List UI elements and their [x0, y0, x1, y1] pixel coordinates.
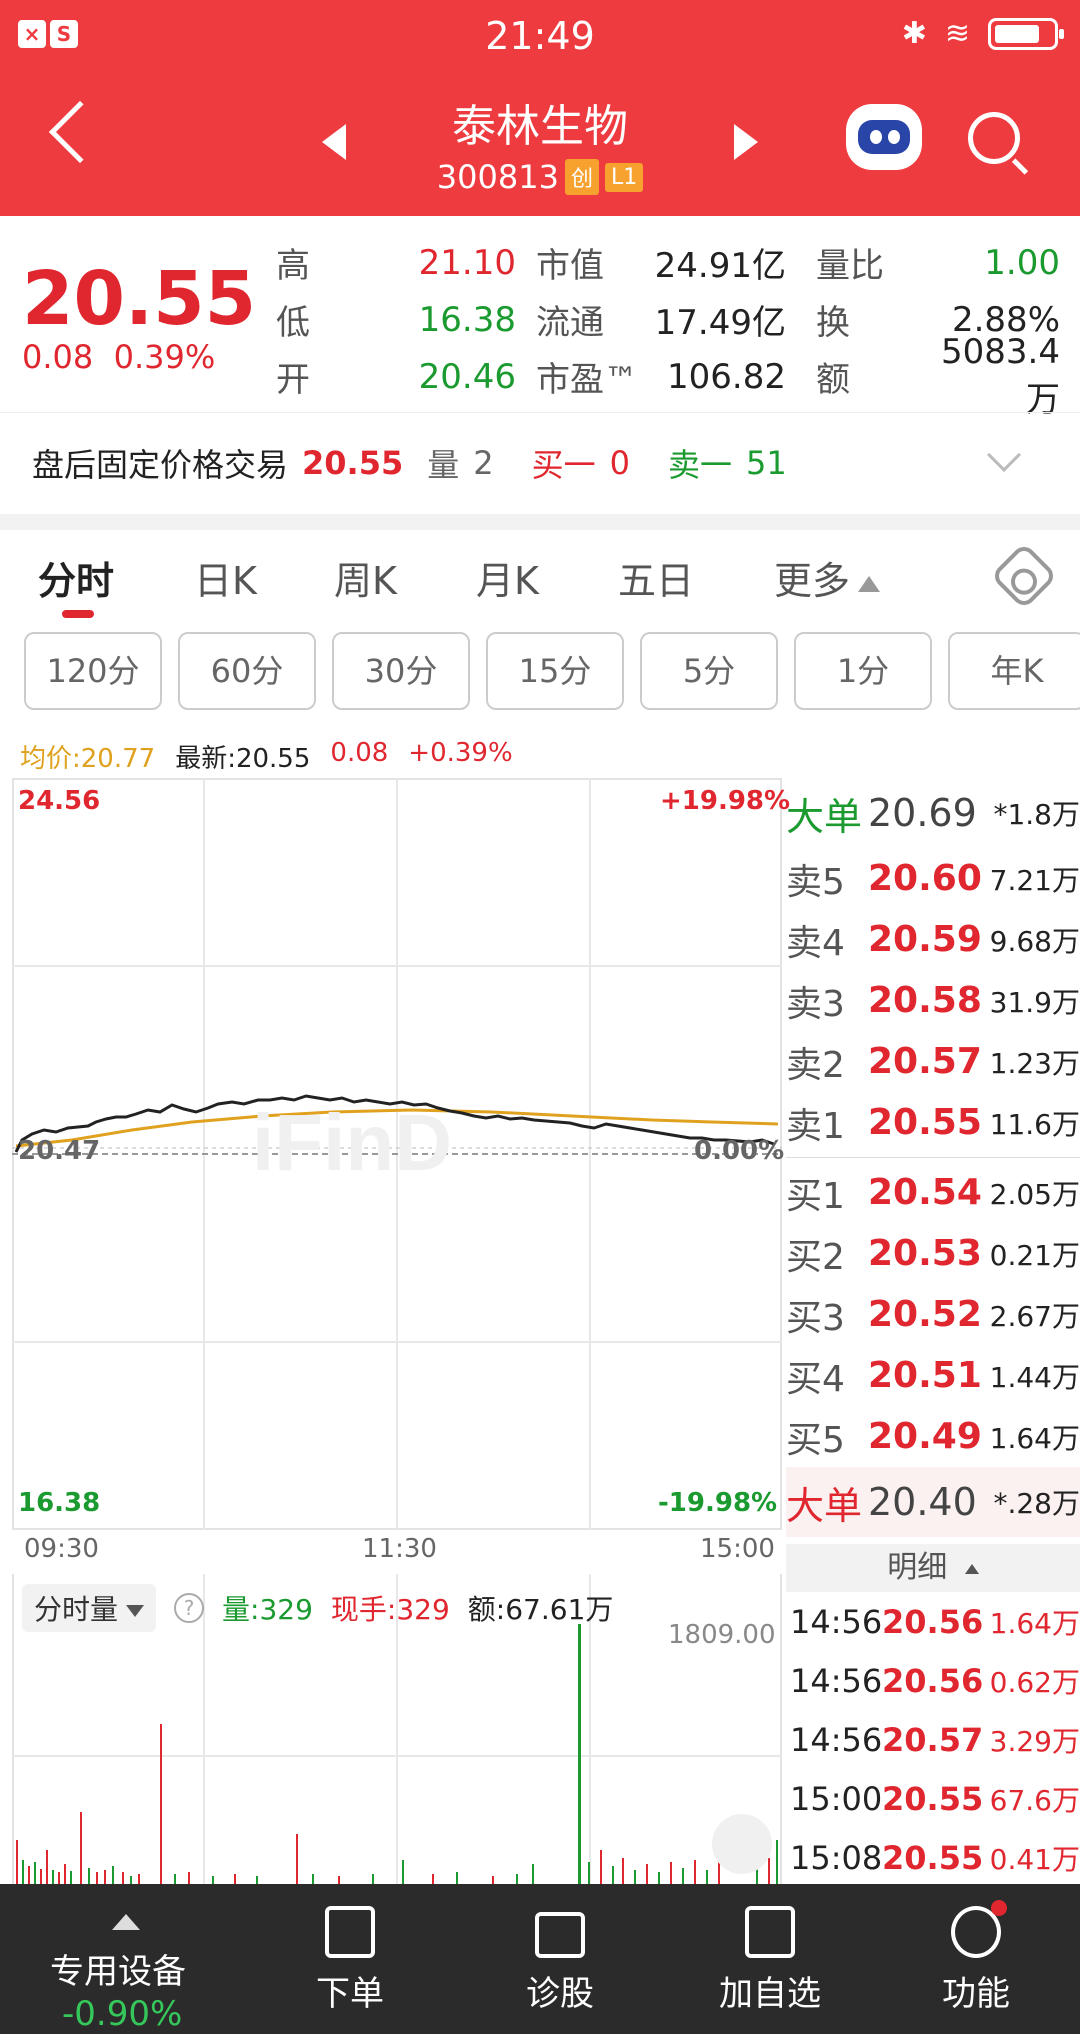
- triangle-down-icon: [126, 1605, 145, 1617]
- trade-list[interactable]: 14:56 20.56 1.64万 14:56 20.56 0.62万 14:5…: [790, 1592, 1080, 1887]
- chart-min-price: 16.38: [18, 1488, 101, 1518]
- period-yearly-k[interactable]: 年K: [948, 632, 1080, 710]
- ask-row: 卖1 20.55 11.6万: [786, 1102, 1080, 1147]
- add-watchlist-button[interactable]: 加自选: [700, 1884, 840, 2034]
- chart-max-pct: +19.98%: [660, 786, 791, 816]
- period-120min[interactable]: 120分: [24, 632, 162, 710]
- period-5min[interactable]: 5分: [640, 632, 778, 710]
- active-tab-indicator: [62, 610, 94, 618]
- trade-row: 15:08 20.55 0.41万: [790, 1838, 1080, 1877]
- tab-five-day[interactable]: 五日: [618, 550, 694, 605]
- legend-change-pct: +0.39%: [408, 738, 513, 768]
- chart-zero-pct: 0.00%: [694, 1136, 785, 1166]
- quote-grid: 高 21.10 市值 24.91亿 量比 1.00 低 16.38 流通 17.…: [276, 234, 1080, 421]
- trade-detail-toggle[interactable]: 明细: [786, 1544, 1080, 1592]
- after-hours-row[interactable]: 盘后固定价格交易 20.55 量 2 买一 0 卖一 51: [0, 412, 1080, 512]
- stock-code: 300813: [436, 158, 559, 196]
- bid-row: 买5 20.49 1.64万: [786, 1416, 1080, 1461]
- period-30min[interactable]: 30分: [332, 632, 470, 710]
- big-buy-order: 大单 20.40 *.28万: [786, 1467, 1080, 1537]
- price-change: 0.08 0.39%: [22, 338, 216, 376]
- ask-row: 卖5 20.60 7.21万: [786, 858, 1080, 903]
- bid-row: 买1 20.54 2.05万: [786, 1172, 1080, 1217]
- settings-icon[interactable]: [990, 542, 1058, 610]
- triangle-up-icon: [964, 1563, 979, 1574]
- header-bar: × S 21:49 ✱ ≋ 泰林生物 300813 创 L1: [0, 0, 1080, 216]
- tab-intraday[interactable]: 分时: [38, 550, 114, 605]
- period-selector: 120分 60分 30分 15分 5分 1分 年K: [24, 632, 1080, 712]
- medical-kit-icon: [535, 1912, 585, 1958]
- watermark: iFinD: [252, 1098, 452, 1187]
- quote-row: 高 21.10 市值 24.91亿 量比 1.00: [276, 242, 1060, 287]
- chart-legend: 均价:20.77 最新:20.55 0.08 +0.39%: [20, 738, 513, 775]
- volume-header: 分时量 ? 量:329 现手:329 额:67.61万: [22, 1584, 613, 1632]
- order-book[interactable]: 大单 20.69 *1.8万 卖5 20.60 7.21万 卖4 20.59 9…: [786, 778, 1080, 1537]
- time-axis-start: 09:30: [24, 1534, 99, 1564]
- quote-panel: 20.55 0.08 0.39% 高 21.10 市值 24.91亿 量比 1.…: [0, 216, 1080, 421]
- functions-button[interactable]: 功能: [906, 1884, 1046, 2034]
- volume-amount: 额:67.61万: [467, 1593, 614, 1626]
- chevron-down-icon[interactable]: [987, 438, 1021, 472]
- wifi-icon: ≋: [944, 16, 970, 51]
- chart-max-price: 24.56: [18, 786, 101, 816]
- period-15min[interactable]: 15分: [486, 632, 624, 710]
- sector-indicator[interactable]: 专用设备 -0.90%: [0, 1884, 250, 2034]
- bid-row: 买4 20.51 1.44万: [786, 1355, 1080, 1400]
- order-form-icon: [325, 1906, 375, 1958]
- last-price: 20.55: [22, 256, 257, 342]
- latest-price-legend: 最新:20.55: [175, 744, 311, 774]
- help-icon[interactable]: ?: [174, 1593, 205, 1623]
- volume-value: 量:329: [222, 1593, 313, 1626]
- period-60min[interactable]: 60分: [178, 632, 316, 710]
- board-tag: 创: [564, 159, 599, 195]
- tab-daily-k[interactable]: 日K: [194, 550, 257, 605]
- trade-row: 14:56 20.56 0.62万: [790, 1661, 1080, 1700]
- period-1min[interactable]: 1分: [794, 632, 932, 710]
- ask-row: 卖3 20.58 31.9万: [786, 980, 1080, 1025]
- status-bar: × S 21:49 ✱ ≋: [0, 0, 1080, 72]
- trade-row: 14:56 20.57 3.29万: [790, 1720, 1080, 1759]
- place-order-button[interactable]: 下单: [280, 1884, 420, 2034]
- intraday-chart[interactable]: iFinD 24.56 +19.98% 20.47 0.00% 16.38 -1…: [12, 778, 790, 1530]
- time-axis-mid: 11:30: [362, 1534, 437, 1564]
- tab-monthly-k[interactable]: 月K: [476, 550, 539, 605]
- add-square-icon: [745, 1906, 795, 1958]
- trade-row: 15:00 20.55 67.6万: [790, 1779, 1080, 1818]
- ask-row: 卖2 20.57 1.23万: [786, 1041, 1080, 1086]
- intraday-chart-svg: iFinD: [12, 778, 782, 1530]
- menu-circle-icon: [951, 1900, 1007, 1958]
- chart-prev-close: 20.47: [18, 1136, 101, 1166]
- next-stock-icon[interactable]: [734, 124, 758, 160]
- current-hand: 现手:329: [330, 1593, 450, 1626]
- stock-code-row: 300813 创 L1: [0, 158, 1080, 196]
- tab-more[interactable]: 更多: [774, 550, 881, 605]
- volume-max: 1809.00: [668, 1620, 776, 1650]
- big-sell-order: 大单 20.69 *1.8万: [786, 791, 1080, 839]
- volume-indicator-select[interactable]: 分时量: [22, 1584, 157, 1632]
- avg-price-legend: 均价:20.77: [20, 744, 156, 774]
- trade-row: 14:56 20.56 1.64万: [790, 1602, 1080, 1641]
- chart-tabs: 分时 日K 周K 月K 五日 更多: [0, 530, 1080, 630]
- legend-change: 0.08: [330, 738, 389, 768]
- bluetooth-icon: ✱: [901, 16, 927, 51]
- bid-row: 买3 20.52 2.67万: [786, 1294, 1080, 1339]
- section-divider: [0, 514, 1080, 530]
- book-divider: [786, 1157, 1080, 1158]
- expand-icon[interactable]: [712, 1814, 772, 1874]
- diagnose-stock-button[interactable]: 诊股: [490, 1884, 630, 2034]
- bottom-nav: 专用设备 -0.90% 下单 诊股 加自选 功能: [0, 1884, 1080, 2034]
- chart-min-pct: -19.98%: [658, 1488, 778, 1518]
- tab-weekly-k[interactable]: 周K: [334, 550, 397, 605]
- bid-row: 买2 20.53 0.21万: [786, 1233, 1080, 1278]
- triangle-up-icon: [858, 575, 881, 592]
- triangle-up-icon: [112, 1914, 140, 1930]
- level-tag: L1: [604, 162, 644, 192]
- notification-dot: [991, 1900, 1007, 1916]
- robot-assistant-icon[interactable]: [846, 104, 922, 170]
- ask-row: 卖4 20.59 9.68万: [786, 919, 1080, 964]
- battery-icon: [988, 17, 1064, 50]
- quote-row: 开 20.46 市盈™ 106.82 额 5083.4万: [276, 332, 1060, 420]
- search-icon[interactable]: [968, 112, 1020, 164]
- time-axis-end: 15:00: [700, 1534, 775, 1564]
